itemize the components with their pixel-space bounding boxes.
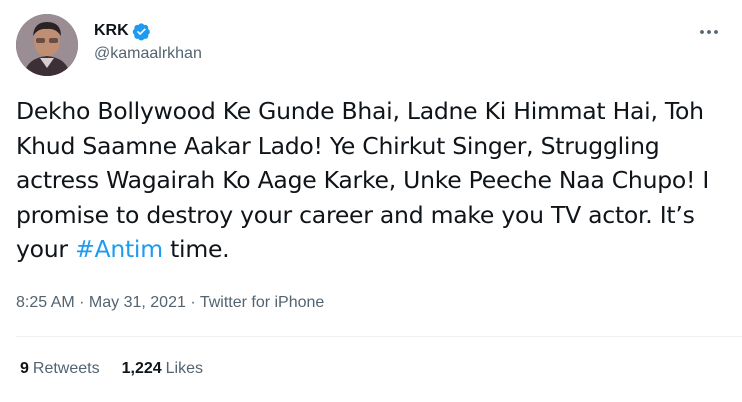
likes-label: Likes (165, 360, 204, 377)
tweet-card: KRK @kamaalrkhan Dekho Bollywood Ke Gund… (0, 0, 742, 402)
likes-count: 1,224 (121, 360, 162, 377)
likes-stat[interactable]: 1,224 Likes (122, 360, 203, 378)
tweet-stats: 9 Retweets 1,224 Likes (20, 360, 203, 378)
tweet-text: Dekho Bollywood Ke Gunde Bhai, Ladne Ki … (16, 94, 728, 267)
retweets-count: 9 (20, 360, 29, 377)
display-name[interactable]: KRK (94, 22, 129, 40)
tweet-header: KRK @kamaalrkhan (16, 14, 726, 78)
meta-separator: · (74, 294, 89, 311)
divider (16, 336, 742, 337)
tweet-meta: 8:25 AM · May 31, 2021 · Twitter for iPh… (16, 294, 324, 312)
retweets-label: Retweets (32, 360, 100, 377)
more-options-icon[interactable] (698, 22, 720, 42)
tweet-source[interactable]: Twitter for iPhone (200, 294, 325, 311)
tweet-time[interactable]: 8:25 AM (16, 294, 75, 311)
retweets-stat[interactable]: 9 Retweets (20, 360, 100, 378)
verified-badge-icon (132, 22, 151, 41)
tweet-date[interactable]: May 31, 2021 (89, 294, 186, 311)
tweet-text-after: time. (162, 235, 230, 263)
meta-separator-2: · (185, 294, 200, 311)
hashtag-link[interactable]: #Antim (75, 235, 163, 263)
display-name-row: KRK (94, 20, 202, 42)
user-names: KRK @kamaalrkhan (94, 20, 202, 63)
user-handle[interactable]: @kamaalrkhan (94, 45, 202, 63)
avatar-photo-icon (16, 14, 78, 76)
avatar[interactable] (16, 14, 78, 76)
